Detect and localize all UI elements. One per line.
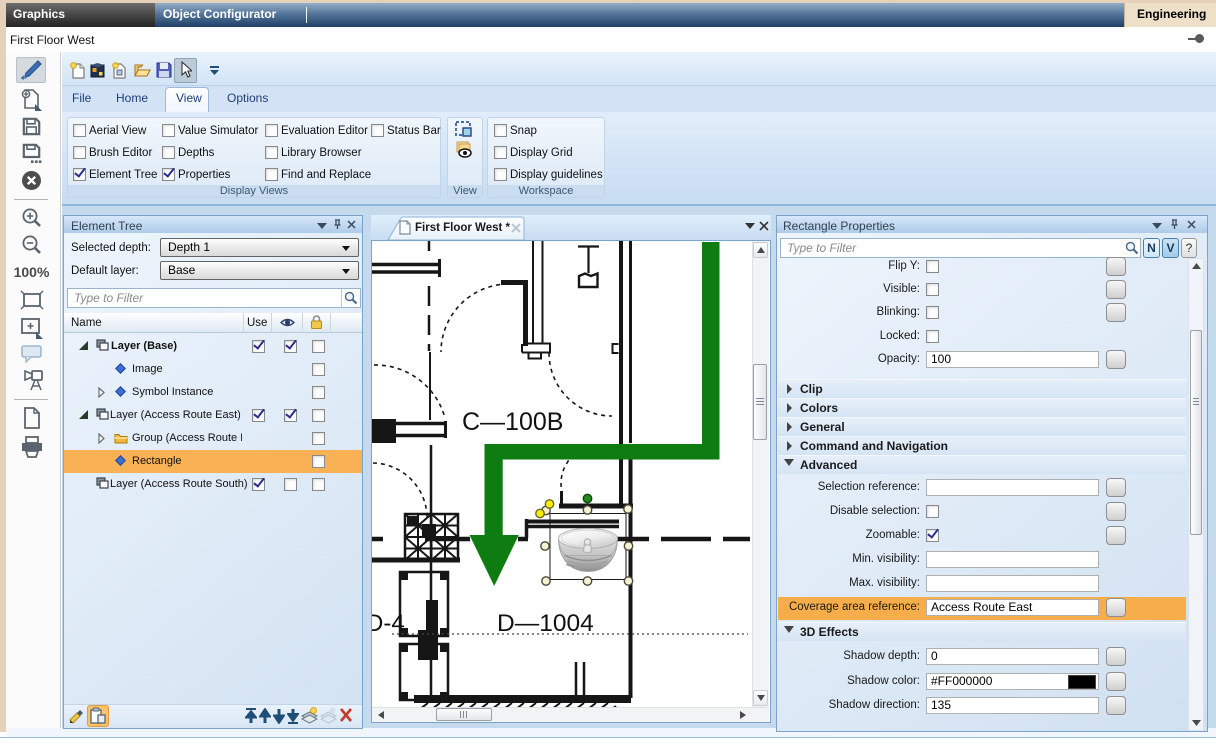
- svg-text:D—1004: D—1004: [497, 610, 594, 637]
- svg-text:C—100B: C—100B: [462, 408, 563, 436]
- svg-text:D-4: D-4: [372, 610, 405, 637]
